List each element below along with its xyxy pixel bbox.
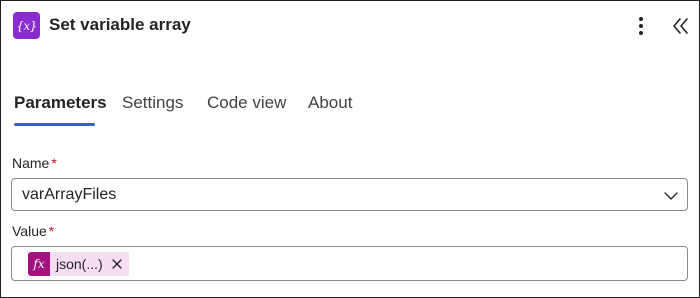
variable-icon: {x} [13,12,40,39]
tab-code-view[interactable]: Code view [207,93,286,113]
name-dropdown-value: varArrayFiles [22,186,117,203]
double-chevron-left-icon [673,18,688,34]
more-vertical-icon [639,17,643,21]
more-options-button[interactable] [629,13,653,39]
remove-token-button[interactable] [111,258,123,270]
more-vertical-icon-dot [639,31,643,35]
expression-token[interactable]: fx json(...) [28,252,129,276]
panel-header: {x} Set variable array [1,1,699,55]
tab-bar: Parameters Settings Code view About [1,81,699,127]
function-icon: fx [28,252,50,276]
expression-token-label: json(...) [56,256,103,272]
active-tab-indicator [14,123,95,126]
name-field-label: Name * [12,155,57,171]
chevron-down-icon [664,192,678,200]
required-marker: * [48,223,55,239]
tab-settings[interactable]: Settings [122,93,183,113]
name-label-text: Name [12,155,50,171]
close-icon [111,259,122,269]
value-field-label: Value * [12,223,54,239]
required-marker: * [51,155,57,171]
more-vertical-icon-dot [639,24,643,28]
name-dropdown[interactable]: varArrayFiles [11,178,688,211]
value-input[interactable]: fx json(...) [11,246,688,281]
action-panel: {x} Set variable array Parameters Settin… [0,0,700,298]
panel-title: Set variable array [49,15,191,34]
tab-parameters[interactable]: Parameters [14,93,107,113]
collapse-panel-button[interactable] [669,14,693,38]
value-label-text: Value [12,223,47,239]
tab-about[interactable]: About [308,93,352,113]
